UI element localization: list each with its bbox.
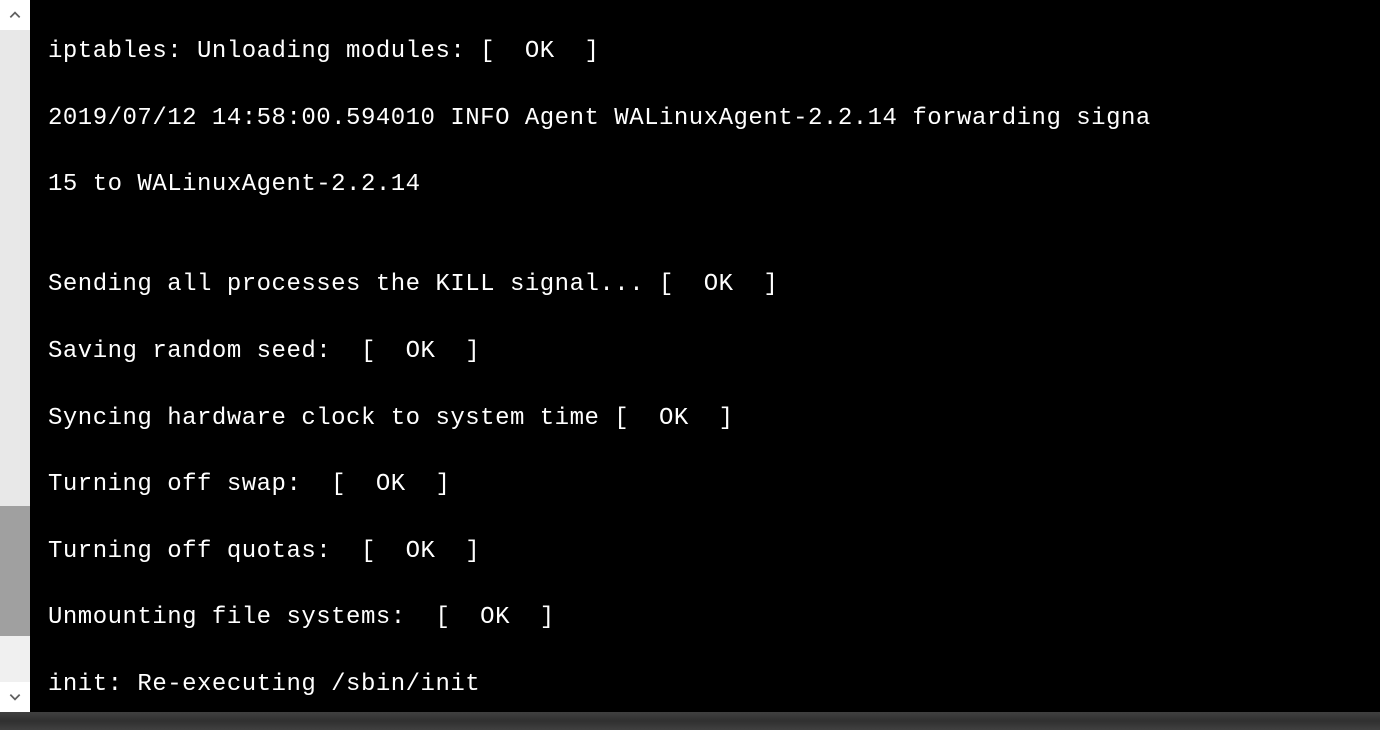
- terminal-line: init: Re-executing /sbin/init: [48, 668, 1380, 701]
- vertical-scrollbar[interactable]: [0, 0, 30, 712]
- scroll-up-arrow-icon[interactable]: [0, 0, 30, 30]
- scroll-track-lower[interactable]: [0, 636, 30, 682]
- terminal-line: Saving random seed: [ OK ]: [48, 335, 1380, 368]
- terminal-line: Syncing hardware clock to system time [ …: [48, 402, 1380, 435]
- terminal-output[interactable]: iptables: Unloading modules: [ OK ] 2019…: [30, 0, 1380, 712]
- scroll-thumb[interactable]: [0, 506, 30, 636]
- terminal-line: 15 to WALinuxAgent-2.2.14: [48, 168, 1380, 201]
- terminal-line: Unmounting file systems: [ OK ]: [48, 601, 1380, 634]
- terminal-line: Sending all processes the KILL signal...…: [48, 268, 1380, 301]
- window-bottom-strip: [0, 712, 1380, 730]
- terminal-line: Turning off quotas: [ OK ]: [48, 535, 1380, 568]
- scroll-track[interactable]: [0, 30, 30, 682]
- terminal-line: 2019/07/12 14:58:00.594010 INFO Agent WA…: [48, 102, 1380, 135]
- scroll-down-arrow-icon[interactable]: [0, 682, 30, 712]
- scroll-track-upper[interactable]: [0, 30, 30, 506]
- terminal-line: Turning off swap: [ OK ]: [48, 468, 1380, 501]
- terminal-line: iptables: Unloading modules: [ OK ]: [48, 35, 1380, 68]
